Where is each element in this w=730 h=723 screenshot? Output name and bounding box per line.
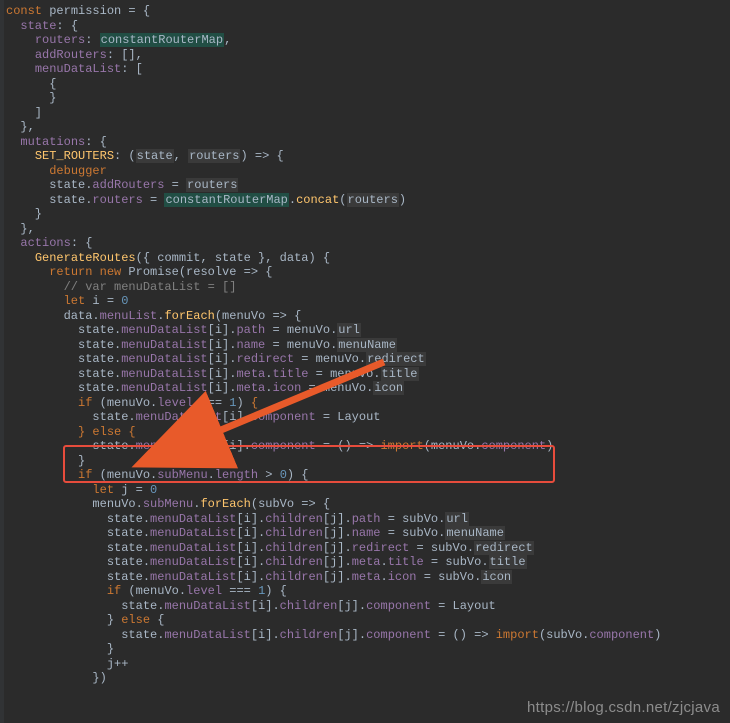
gutter [0, 0, 4, 723]
code-line: actions: { [6, 236, 730, 251]
code-line: state: { [6, 19, 730, 34]
code-line: state.menuDataList[i].children[j].meta.i… [6, 570, 730, 585]
code-line: state.menuDataList[i].children[j].path =… [6, 512, 730, 527]
code-line: mutations: { [6, 135, 730, 150]
code-line: menuDataList: [ [6, 62, 730, 77]
code-line: debugger [6, 164, 730, 179]
code-line: } else { [6, 613, 730, 628]
code-line: return new Promise(resolve => { [6, 265, 730, 280]
code-line: } [6, 454, 730, 469]
code-line: if (menuVo.subMenu.length > 0) { [6, 468, 730, 483]
code-area: const permission = { state: { routers: c… [6, 4, 730, 686]
code-line: }, [6, 222, 730, 237]
code-line: state.menuDataList[i].path = menuVo.url [6, 323, 730, 338]
code-line: state.menuDataList[i].children[j].name =… [6, 526, 730, 541]
code-line: }) [6, 671, 730, 686]
code-line: addRouters: [], [6, 48, 730, 63]
code-line: data.menuList.forEach(menuVo => { [6, 309, 730, 324]
code-line: const permission = { [6, 4, 730, 19]
code-line: let j = 0 [6, 483, 730, 498]
code-line: if (menuVo.level === 1) { [6, 584, 730, 599]
code-line: } [6, 207, 730, 222]
code-line: state.menuDataList[i].name = menuVo.menu… [6, 338, 730, 353]
code-editor: const permission = { state: { routers: c… [0, 0, 730, 723]
code-line: state.menuDataList[i].component = () => … [6, 439, 730, 454]
code-line: state.addRouters = routers [6, 178, 730, 193]
watermark: https://blog.csdn.net/zjcjava [527, 701, 720, 716]
code-line: state.menuDataList[i].children[j].meta.t… [6, 555, 730, 570]
code-line: routers: constantRouterMap, [6, 33, 730, 48]
code-line: j++ [6, 657, 730, 672]
code-line: state.menuDataList[i].children[j].redire… [6, 541, 730, 556]
code-line: ] [6, 106, 730, 121]
code-line: }, [6, 120, 730, 135]
code-line: menuVo.subMenu.forEach(subVo => { [6, 497, 730, 512]
code-line: // var menuDataList = [] [6, 280, 730, 295]
code-line: state.menuDataList[i].meta.icon = menuVo… [6, 381, 730, 396]
code-line: state.menuDataList[i].children[j].compon… [6, 628, 730, 643]
code-line: if (menuVo.level === 1) { [6, 396, 730, 411]
code-line: GenerateRoutes({ commit, state }, data) … [6, 251, 730, 266]
code-line: } [6, 91, 730, 106]
code-line: } [6, 642, 730, 657]
code-line: SET_ROUTERS: (state, routers) => { [6, 149, 730, 164]
code-line: } else { [6, 425, 730, 440]
code-line: state.menuDataList[i].meta.title = menuV… [6, 367, 730, 382]
code-line: state.menuDataList[i].component = Layout [6, 410, 730, 425]
code-line: state.menuDataList[i].children[j].compon… [6, 599, 730, 614]
code-line: state.routers = constantRouterMap.concat… [6, 193, 730, 208]
code-line: { [6, 77, 730, 92]
code-line: let i = 0 [6, 294, 730, 309]
code-line: state.menuDataList[i].redirect = menuVo.… [6, 352, 730, 367]
